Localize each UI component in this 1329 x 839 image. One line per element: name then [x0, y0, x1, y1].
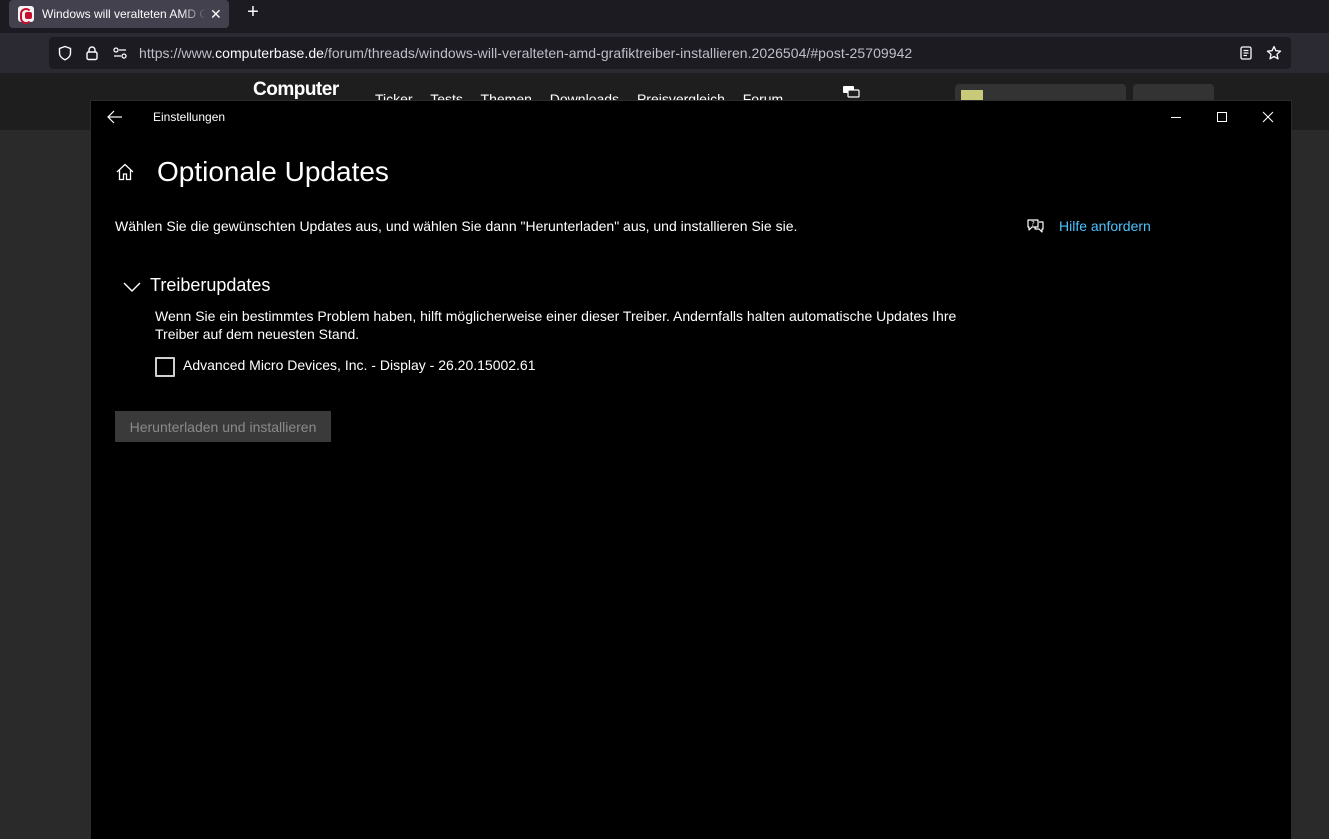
page-description: Wählen Sie die gewünschten Updates aus, …	[115, 218, 798, 234]
section-description: Wenn Sie ein bestimmtes Problem haben, h…	[155, 308, 957, 342]
browser-tab[interactable]: Windows will veralteten AMD Grafiktreibe…	[9, 0, 229, 28]
bookmark-star-icon[interactable]	[1266, 45, 1282, 61]
driver-update-checkbox[interactable]	[155, 357, 175, 377]
chevron-down-icon[interactable]	[122, 280, 142, 294]
close-window-button[interactable]	[1245, 101, 1291, 132]
section-title-driver-updates[interactable]: Treiberupdates	[150, 275, 270, 296]
download-install-button[interactable]: Herunterladen und installieren	[115, 411, 331, 442]
tab-title: Windows will veralteten AMD Grafiktreibe…	[42, 7, 206, 21]
home-icon[interactable]	[115, 162, 135, 182]
maximize-icon	[1217, 111, 1227, 122]
close-tab-icon[interactable]: ✕	[210, 6, 222, 23]
maximize-button[interactable]	[1199, 101, 1245, 132]
driver-update-label[interactable]: Advanced Micro Devices, Inc. - Display -…	[183, 357, 536, 373]
lock-icon[interactable]	[84, 45, 100, 61]
minimize-icon	[1171, 116, 1181, 118]
url-bar[interactable]: https://www.computerbase.de/forum/thread…	[49, 37, 1291, 69]
help-chat-icon[interactable]: ?	[1026, 217, 1044, 235]
back-arrow-icon[interactable]	[106, 108, 124, 126]
site-logo[interactable]: Computer	[253, 79, 339, 101]
permissions-icon[interactable]	[112, 45, 128, 61]
computerbase-favicon-icon	[18, 6, 34, 24]
svg-text:?: ?	[1031, 220, 1035, 228]
reader-view-icon[interactable]	[1238, 45, 1254, 61]
help-link[interactable]: Hilfe anfordern	[1059, 218, 1151, 234]
settings-window: Einstellungen Optionale Updates Wählen S…	[90, 100, 1292, 839]
close-icon	[1262, 111, 1274, 122]
shield-icon[interactable]	[57, 45, 73, 61]
browser-tab-bar: Windows will veralteten AMD Grafiktreibe…	[0, 0, 1329, 33]
new-tab-button[interactable]: +	[243, 1, 263, 23]
chat-bubbles-icon[interactable]	[842, 85, 860, 99]
browser-nav-bar: https://www.computerbase.de/forum/thread…	[0, 33, 1329, 73]
page-title: Optionale Updates	[157, 156, 389, 187]
minimize-button[interactable]	[1153, 101, 1199, 132]
url-text[interactable]: https://www.computerbase.de/forum/thread…	[139, 45, 912, 61]
window-title: Einstellungen	[153, 110, 226, 124]
